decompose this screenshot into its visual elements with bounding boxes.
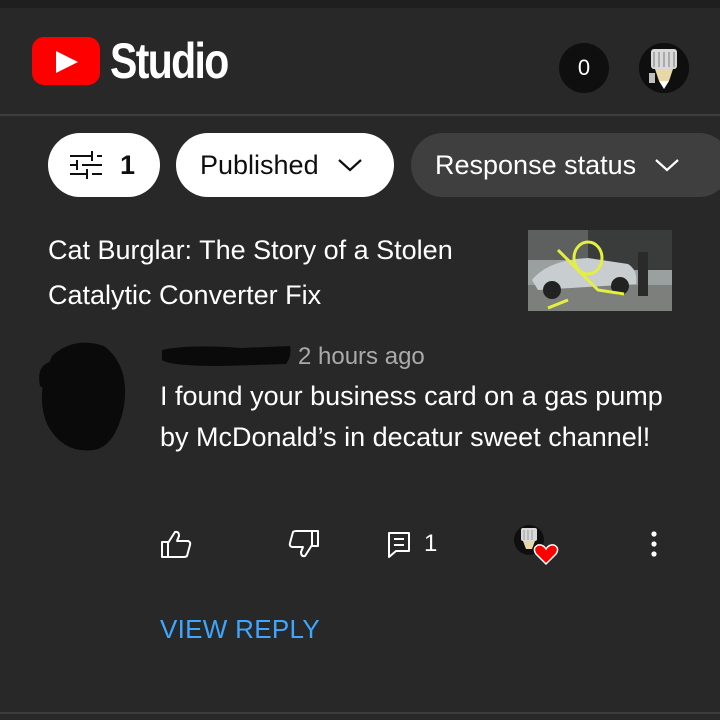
thumbs-up-icon <box>161 530 192 558</box>
video-thumbnail[interactable] <box>528 230 672 311</box>
reply-button[interactable]: 1 <box>386 520 437 568</box>
status-strip <box>0 0 720 8</box>
video-title[interactable]: Cat Burglar: The Story of a Stolen Catal… <box>48 228 498 318</box>
creator-heart-icon <box>514 525 559 566</box>
header-divider <box>0 114 720 116</box>
filter-bar: 1 Published Response status <box>0 133 720 197</box>
more-vert-icon <box>651 531 657 557</box>
filter-count: 1 <box>120 149 136 180</box>
published-filter-chip[interactable]: Published <box>176 133 394 197</box>
like-button[interactable] <box>160 520 192 568</box>
app-header: Studio 0 <box>0 8 720 114</box>
more-options-button[interactable] <box>640 520 668 568</box>
studio-logo[interactable]: Studio <box>32 36 254 86</box>
response-status-chip[interactable]: Response status <box>411 133 720 197</box>
youtube-logo-icon <box>32 37 100 85</box>
app-name: Studio <box>110 33 229 89</box>
account-avatar[interactable] <box>639 43 689 93</box>
dislike-button[interactable] <box>288 520 320 568</box>
thumbnail-image <box>528 230 672 311</box>
view-reply-link[interactable]: VIEW REPLY <box>160 614 320 645</box>
creator-heart-button[interactable] <box>512 518 562 568</box>
comment-actions: 1 <box>0 520 720 568</box>
thumbs-down-icon <box>288 530 319 558</box>
notifications-button[interactable]: 0 <box>559 43 609 93</box>
commenter-avatar[interactable] <box>34 336 130 456</box>
redacted-avatar <box>39 342 126 451</box>
reply-count: 1 <box>424 530 438 557</box>
filter-sliders-icon <box>70 151 102 179</box>
filter-chip[interactable]: 1 <box>48 133 160 197</box>
comment-timestamp: 2 hours ago <box>298 343 425 370</box>
chevron-down-icon <box>337 159 362 172</box>
published-label: Published <box>200 149 319 180</box>
notifications-count: 0 <box>577 55 591 80</box>
chevron-down-icon <box>655 159 679 172</box>
commenter-name-redacted <box>160 342 292 368</box>
comment-text: I found your business card on a gas pump… <box>160 381 663 452</box>
reply-comment-icon <box>388 532 410 558</box>
bottom-divider <box>0 712 720 714</box>
response-status-label: Response status <box>435 149 637 180</box>
avatar-image <box>639 43 689 93</box>
